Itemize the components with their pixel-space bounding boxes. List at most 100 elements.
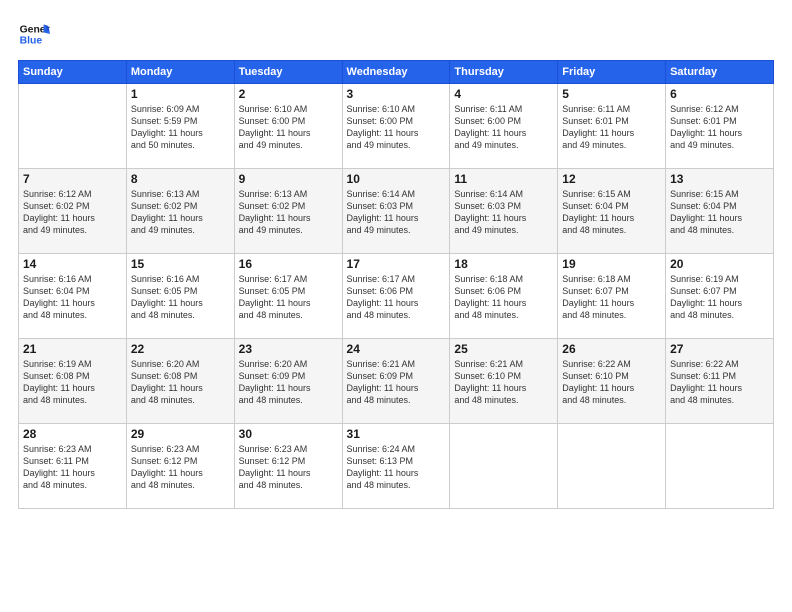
- calendar-cell: [450, 424, 558, 509]
- weekday-header-thursday: Thursday: [450, 61, 558, 84]
- day-number: 22: [131, 342, 230, 356]
- calendar-cell: 24 Sunrise: 6:21 AM Sunset: 6:09 PM Dayli…: [342, 339, 450, 424]
- page: General Blue SundayMondayTuesdayWednesda…: [0, 0, 792, 612]
- day-info: Sunrise: 6:22 AM Sunset: 6:11 PM Dayligh…: [670, 358, 769, 407]
- day-info: Sunrise: 6:21 AM Sunset: 6:10 PM Dayligh…: [454, 358, 553, 407]
- day-info: Sunrise: 6:14 AM Sunset: 6:03 PM Dayligh…: [347, 188, 446, 237]
- calendar-cell: 19 Sunrise: 6:18 AM Sunset: 6:07 PM Dayli…: [558, 254, 666, 339]
- day-number: 14: [23, 257, 122, 271]
- calendar-cell: 18 Sunrise: 6:18 AM Sunset: 6:06 PM Dayli…: [450, 254, 558, 339]
- header: General Blue: [18, 18, 774, 50]
- svg-text:Blue: Blue: [20, 36, 43, 47]
- day-number: 30: [239, 427, 338, 441]
- calendar-cell: 21 Sunrise: 6:19 AM Sunset: 6:08 PM Dayli…: [19, 339, 127, 424]
- calendar-cell: 16 Sunrise: 6:17 AM Sunset: 6:05 PM Dayli…: [234, 254, 342, 339]
- calendar-cell: 31Sunrise: 6:24 AM Sunset: 6:13 PM Dayli…: [342, 424, 450, 509]
- weekday-header-wednesday: Wednesday: [342, 61, 450, 84]
- calendar-cell: 30Sunrise: 6:23 AM Sunset: 6:12 PM Dayli…: [234, 424, 342, 509]
- calendar-cell: 6 Sunrise: 6:12 AM Sunset: 6:01 PM Daylig…: [666, 84, 774, 169]
- calendar-cell: 10 Sunrise: 6:14 AM Sunset: 6:03 PM Dayli…: [342, 169, 450, 254]
- day-info: Sunrise: 6:22 AM Sunset: 6:10 PM Dayligh…: [562, 358, 661, 407]
- day-number: 26: [562, 342, 661, 356]
- calendar-cell: [19, 84, 127, 169]
- day-number: 5: [562, 87, 661, 101]
- day-info: Sunrise: 6:24 AM Sunset: 6:13 PM Dayligh…: [347, 443, 446, 492]
- day-number: 17: [347, 257, 446, 271]
- calendar-cell: 13 Sunrise: 6:15 AM Sunset: 6:04 PM Dayli…: [666, 169, 774, 254]
- calendar-cell: 1 Sunrise: 6:09 AM Sunset: 5:59 PM Daylig…: [126, 84, 234, 169]
- day-info: Sunrise: 6:20 AM Sunset: 6:08 PM Dayligh…: [131, 358, 230, 407]
- day-info: Sunrise: 6:19 AM Sunset: 6:07 PM Dayligh…: [670, 273, 769, 322]
- logo-icon: General Blue: [18, 18, 50, 50]
- day-info: Sunrise: 6:10 AM Sunset: 6:00 PM Dayligh…: [347, 103, 446, 152]
- day-number: 21: [23, 342, 122, 356]
- day-number: 19: [562, 257, 661, 271]
- weekday-header-friday: Friday: [558, 61, 666, 84]
- day-info: Sunrise: 6:17 AM Sunset: 6:06 PM Dayligh…: [347, 273, 446, 322]
- day-info: Sunrise: 6:10 AM Sunset: 6:00 PM Dayligh…: [239, 103, 338, 152]
- day-info: Sunrise: 6:14 AM Sunset: 6:03 PM Dayligh…: [454, 188, 553, 237]
- day-info: Sunrise: 6:11 AM Sunset: 6:00 PM Dayligh…: [454, 103, 553, 152]
- day-info: Sunrise: 6:17 AM Sunset: 6:05 PM Dayligh…: [239, 273, 338, 322]
- calendar-week-1: 1 Sunrise: 6:09 AM Sunset: 5:59 PM Daylig…: [19, 84, 774, 169]
- calendar-cell: [666, 424, 774, 509]
- calendar-cell: 3 Sunrise: 6:10 AM Sunset: 6:00 PM Daylig…: [342, 84, 450, 169]
- day-number: 16: [239, 257, 338, 271]
- calendar-week-2: 7 Sunrise: 6:12 AM Sunset: 6:02 PM Daylig…: [19, 169, 774, 254]
- calendar-cell: 28 Sunrise: 6:23 AM Sunset: 6:11 PM Dayli…: [19, 424, 127, 509]
- calendar-cell: 4 Sunrise: 6:11 AM Sunset: 6:00 PM Daylig…: [450, 84, 558, 169]
- weekday-header-sunday: Sunday: [19, 61, 127, 84]
- calendar-week-5: 28 Sunrise: 6:23 AM Sunset: 6:11 PM Dayli…: [19, 424, 774, 509]
- day-info: Sunrise: 6:18 AM Sunset: 6:06 PM Dayligh…: [454, 273, 553, 322]
- day-info: Sunrise: 6:13 AM Sunset: 6:02 PM Dayligh…: [239, 188, 338, 237]
- calendar-cell: 9 Sunrise: 6:13 AM Sunset: 6:02 PM Daylig…: [234, 169, 342, 254]
- day-info: Sunrise: 6:20 AM Sunset: 6:09 PM Dayligh…: [239, 358, 338, 407]
- day-number: 3: [347, 87, 446, 101]
- weekday-header-tuesday: Tuesday: [234, 61, 342, 84]
- day-number: 15: [131, 257, 230, 271]
- day-info: Sunrise: 6:21 AM Sunset: 6:09 PM Dayligh…: [347, 358, 446, 407]
- day-info: Sunrise: 6:09 AM Sunset: 5:59 PM Dayligh…: [131, 103, 230, 152]
- day-number: 27: [670, 342, 769, 356]
- day-number: 7: [23, 172, 122, 186]
- day-info: Sunrise: 6:18 AM Sunset: 6:07 PM Dayligh…: [562, 273, 661, 322]
- day-number: 8: [131, 172, 230, 186]
- day-info: Sunrise: 6:11 AM Sunset: 6:01 PM Dayligh…: [562, 103, 661, 152]
- day-number: 18: [454, 257, 553, 271]
- weekday-header-row: SundayMondayTuesdayWednesdayThursdayFrid…: [19, 61, 774, 84]
- day-number: 28: [23, 427, 122, 441]
- calendar-week-4: 21 Sunrise: 6:19 AM Sunset: 6:08 PM Dayli…: [19, 339, 774, 424]
- calendar-cell: 12Sunrise: 6:15 AM Sunset: 6:04 PM Dayli…: [558, 169, 666, 254]
- calendar-cell: [558, 424, 666, 509]
- day-info: Sunrise: 6:19 AM Sunset: 6:08 PM Dayligh…: [23, 358, 122, 407]
- weekday-header-monday: Monday: [126, 61, 234, 84]
- day-info: Sunrise: 6:15 AM Sunset: 6:04 PM Dayligh…: [562, 188, 661, 237]
- calendar-cell: 26 Sunrise: 6:22 AM Sunset: 6:10 PM Dayli…: [558, 339, 666, 424]
- calendar: SundayMondayTuesdayWednesdayThursdayFrid…: [18, 60, 774, 509]
- day-number: 13: [670, 172, 769, 186]
- day-number: 25: [454, 342, 553, 356]
- day-number: 1: [131, 87, 230, 101]
- calendar-cell: 27 Sunrise: 6:22 AM Sunset: 6:11 PM Dayli…: [666, 339, 774, 424]
- day-info: Sunrise: 6:15 AM Sunset: 6:04 PM Dayligh…: [670, 188, 769, 237]
- day-number: 4: [454, 87, 553, 101]
- calendar-cell: 11Sunrise: 6:14 AM Sunset: 6:03 PM Dayli…: [450, 169, 558, 254]
- calendar-cell: 8 Sunrise: 6:13 AM Sunset: 6:02 PM Daylig…: [126, 169, 234, 254]
- day-info: Sunrise: 6:12 AM Sunset: 6:01 PM Dayligh…: [670, 103, 769, 152]
- calendar-cell: 15 Sunrise: 6:16 AM Sunset: 6:05 PM Dayli…: [126, 254, 234, 339]
- day-number: 20: [670, 257, 769, 271]
- day-info: Sunrise: 6:12 AM Sunset: 6:02 PM Dayligh…: [23, 188, 122, 237]
- day-info: Sunrise: 6:23 AM Sunset: 6:11 PM Dayligh…: [23, 443, 122, 492]
- day-number: 9: [239, 172, 338, 186]
- calendar-cell: 7 Sunrise: 6:12 AM Sunset: 6:02 PM Daylig…: [19, 169, 127, 254]
- calendar-cell: 14 Sunrise: 6:16 AM Sunset: 6:04 PM Dayli…: [19, 254, 127, 339]
- day-number: 23: [239, 342, 338, 356]
- day-info: Sunrise: 6:16 AM Sunset: 6:04 PM Dayligh…: [23, 273, 122, 322]
- calendar-cell: 23 Sunrise: 6:20 AM Sunset: 6:09 PM Dayli…: [234, 339, 342, 424]
- day-info: Sunrise: 6:23 AM Sunset: 6:12 PM Dayligh…: [131, 443, 230, 492]
- day-number: 24: [347, 342, 446, 356]
- day-number: 6: [670, 87, 769, 101]
- day-info: Sunrise: 6:16 AM Sunset: 6:05 PM Dayligh…: [131, 273, 230, 322]
- day-number: 10: [347, 172, 446, 186]
- day-info: Sunrise: 6:13 AM Sunset: 6:02 PM Dayligh…: [131, 188, 230, 237]
